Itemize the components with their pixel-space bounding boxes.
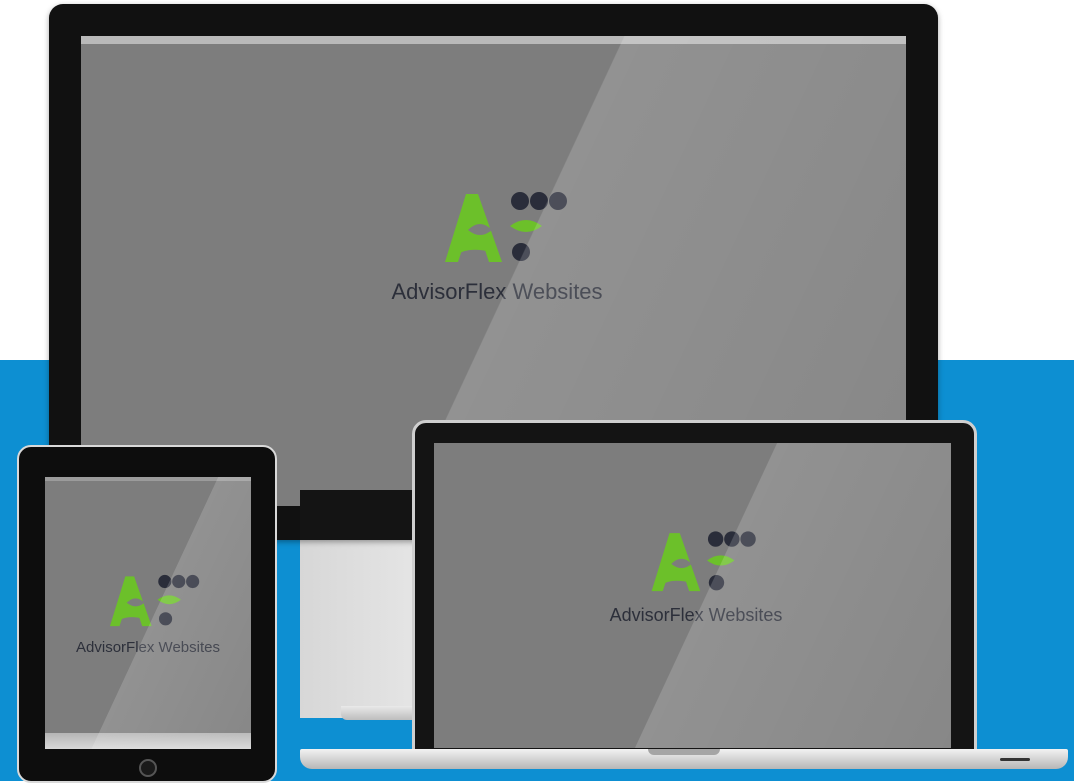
laptop-screen: AdvisorFlex Websites — [434, 443, 951, 748]
advisorflex-logo-icon — [651, 531, 756, 592]
tablet-home-button[interactable] — [139, 759, 157, 777]
tablet-screen-shelf — [45, 733, 251, 749]
laptop: AdvisorFlex Websites — [412, 420, 977, 761]
laptop-logo: AdvisorFlex Websites — [581, 528, 811, 626]
laptop-indicator-light — [1000, 758, 1030, 761]
advisorflex-logo-icon — [445, 192, 567, 262]
monitor-logo-caption: AdvisorFlex Websites — [391, 279, 603, 304]
monitor-logo: AdvisorFlex Websites — [357, 188, 637, 305]
tablet-logo: AdvisorFlex Websites — [48, 572, 248, 656]
laptop-opening-notch — [648, 749, 720, 755]
tablet: AdvisorFlex Websites — [17, 445, 277, 783]
tablet-status-bar — [45, 477, 251, 481]
tablet-logo-caption: AdvisorFlex Websites — [76, 639, 220, 656]
laptop-base — [300, 749, 1068, 769]
tablet-screen: AdvisorFlex Websites — [45, 477, 251, 749]
laptop-logo-caption: AdvisorFlex Websites — [609, 605, 783, 625]
monitor-screen-topbar — [81, 36, 906, 44]
advisorflex-logo-icon — [109, 574, 200, 627]
